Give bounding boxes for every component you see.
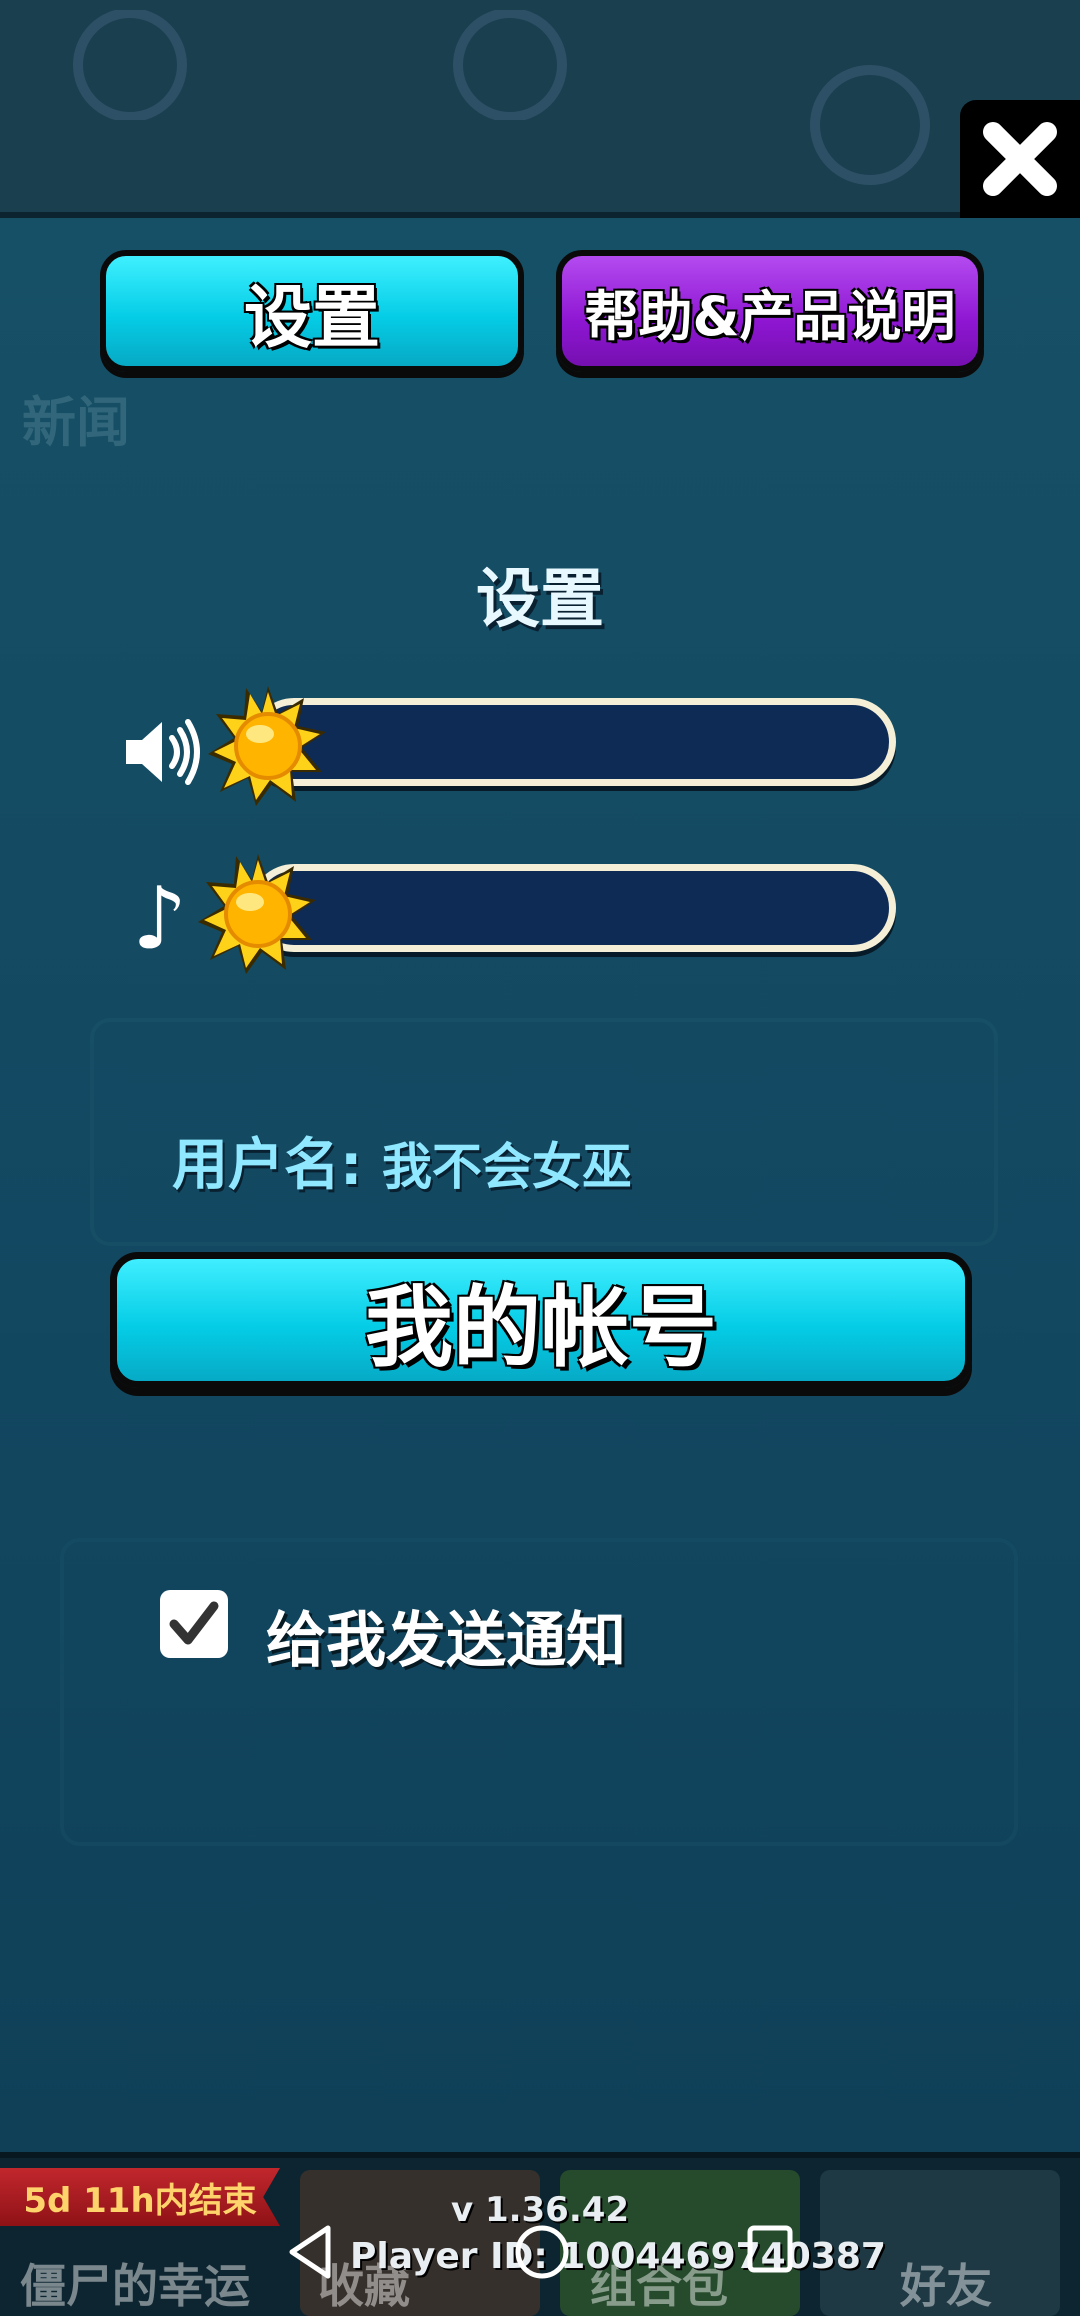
leaf-decoration-icon	[810, 65, 930, 185]
back-icon[interactable]	[284, 2222, 336, 2282]
player-id-text: Player ID: 1004469740387	[350, 2236, 886, 2277]
sun-icon[interactable]	[196, 852, 320, 976]
username-row: 用户名: 我不会女巫	[172, 1120, 632, 1201]
music-volume-slider[interactable]	[250, 864, 896, 952]
my-account-button[interactable]: 我的帐号	[110, 1252, 972, 1388]
notification-checkbox[interactable]	[160, 1590, 228, 1658]
friends-label: 好友	[900, 2259, 992, 2313]
username-label: 用户名:	[172, 1133, 363, 1198]
tab-settings[interactable]: 设置	[100, 250, 524, 372]
news-label: 新闻	[22, 391, 130, 454]
sound-volume-slider[interactable]	[250, 698, 896, 786]
speaker-icon	[126, 719, 200, 785]
username-value: 我不会女巫	[381, 1138, 632, 1196]
leaf-decoration-icon	[453, 10, 567, 120]
settings-title: 设置	[476, 563, 604, 637]
close-icon	[983, 122, 1057, 196]
zombie-luck-label: 僵尸的幸运	[20, 2259, 250, 2313]
sun-icon[interactable]	[206, 684, 330, 808]
close-button[interactable]	[960, 100, 1080, 218]
tab-help[interactable]: 帮助&产品说明	[556, 250, 984, 372]
background-header	[0, 0, 1080, 215]
recents-icon[interactable]	[744, 2222, 796, 2278]
background-card	[60, 1538, 1018, 1846]
music-note-icon: ♪	[132, 869, 187, 969]
notification-label: 给我发送通知	[266, 1606, 626, 1676]
check-icon	[169, 1601, 219, 1645]
home-icon[interactable]	[512, 2222, 572, 2282]
leaf-decoration-icon	[73, 10, 187, 120]
